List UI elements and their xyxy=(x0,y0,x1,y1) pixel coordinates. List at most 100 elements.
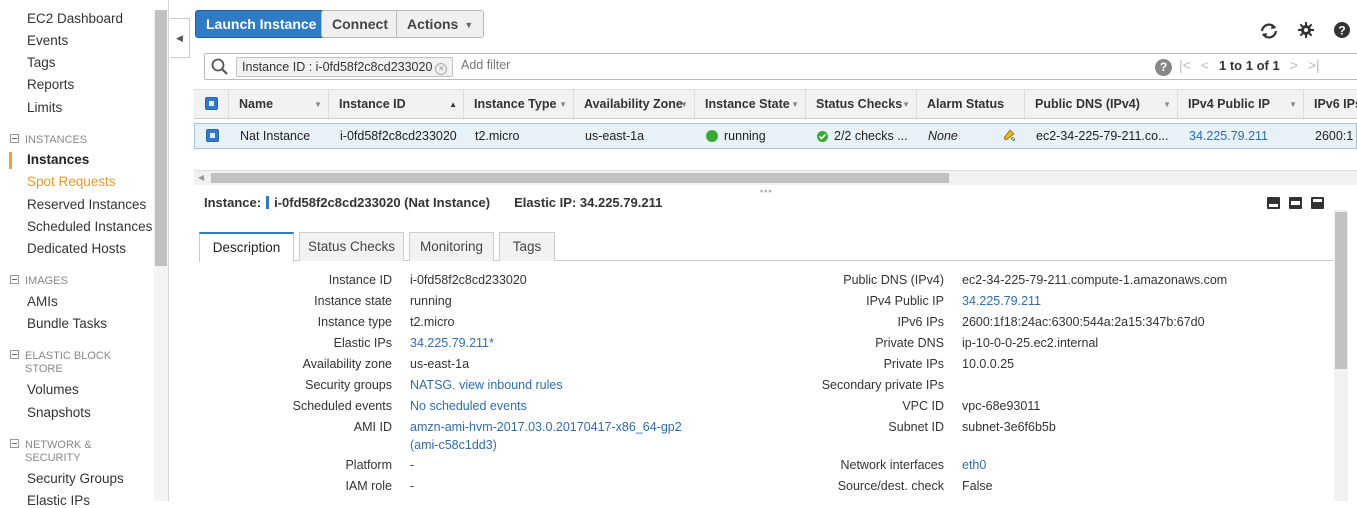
sort-icon: ▼ xyxy=(314,100,322,109)
sidebar-item-limits[interactable]: Limits xyxy=(27,100,62,115)
refresh-icon[interactable] xyxy=(1259,22,1279,44)
detail-instance-label: Instance: xyxy=(204,195,262,210)
maximize-panel-icon[interactable] xyxy=(1267,197,1280,209)
sidebar-item-reports[interactable]: Reports xyxy=(27,77,74,92)
detail-tabs: Description Status Checks Monitoring Tag… xyxy=(199,232,1333,262)
tab-tags[interactable]: Tags xyxy=(499,232,555,261)
value-iam-role: - xyxy=(410,479,415,493)
value-availability-zone: us-east-1a xyxy=(410,357,470,371)
sort-ascending-icon: ▲ xyxy=(449,100,457,109)
label-security-groups: Security groups xyxy=(305,378,392,392)
value-security-groups[interactable]: NATSG. view inbound rules xyxy=(410,378,563,392)
column-header-instance-type[interactable]: Instance Type ▼ xyxy=(464,90,574,120)
table-row[interactable]: Nat Instance i-0fd58f2c8cd233020 t2.micr… xyxy=(194,123,1357,149)
sidebar-scrollbar-thumb[interactable] xyxy=(155,10,167,266)
column-header-name[interactable]: Name ▼ xyxy=(229,90,329,120)
cell-instance-id: i-0fd58f2c8cd233020 xyxy=(340,129,457,143)
value-private-dns: ip-10-0-0-25.ec2.internal xyxy=(962,336,1099,350)
column-header-instance-id[interactable]: Instance ID ▲ xyxy=(329,90,464,120)
value-ami-id-short[interactable]: (ami-c58c1dd3) xyxy=(410,438,497,452)
sidebar-item-instances[interactable]: Instances xyxy=(27,152,89,167)
add-filter-input[interactable] xyxy=(461,58,961,72)
column-header-instance-state[interactable]: Instance State ▼ xyxy=(695,90,806,120)
horizontal-scrollbar-thumb[interactable] xyxy=(211,173,949,183)
svg-text:?: ? xyxy=(1338,24,1345,38)
sidebar-item-amis[interactable]: AMIs xyxy=(27,294,58,309)
search-icon xyxy=(211,58,229,79)
tab-status-checks[interactable]: Status Checks xyxy=(299,232,404,261)
split-panel-icon[interactable] xyxy=(1289,197,1302,209)
actions-label: Actions xyxy=(407,16,459,32)
first-page-icon[interactable]: |< xyxy=(1179,57,1191,73)
sort-icon: ▼ xyxy=(680,100,688,109)
collapse-section-icon xyxy=(10,275,19,284)
value-network-interfaces[interactable]: eth0 xyxy=(962,458,986,472)
sidebar-section-network[interactable]: NETWORK & SECURITY xyxy=(10,439,92,465)
sidebar-item-security-groups[interactable]: Security Groups xyxy=(27,471,124,486)
sidebar-item-ec2-dashboard[interactable]: EC2 Dashboard xyxy=(27,11,123,26)
sidebar-item-tags[interactable]: Tags xyxy=(27,55,56,70)
filter-token[interactable]: Instance ID : i-0fd58f2c8cd233020 ✕ xyxy=(236,57,454,77)
scroll-left-icon[interactable]: ◀ xyxy=(198,171,204,185)
sidebar-item-snapshots[interactable]: Snapshots xyxy=(27,405,91,420)
sidebar-item-volumes[interactable]: Volumes xyxy=(27,382,79,397)
collapse-sidebar-button[interactable]: ◀ xyxy=(170,18,190,58)
detail-scrollbar-thumb[interactable] xyxy=(1335,212,1347,369)
column-header-availability-zone[interactable]: Availability Zone ▼ xyxy=(574,90,695,120)
value-ipv4-public-ip[interactable]: 34.225.79.211 xyxy=(962,294,1041,308)
detail-instance-value: i-0fd58f2c8cd233020 (Nat Instance) xyxy=(274,195,491,210)
label-vpc-id: VPC ID xyxy=(902,399,944,413)
tab-monitoring[interactable]: Monitoring xyxy=(409,232,494,261)
tab-description[interactable]: Description xyxy=(199,232,294,262)
value-vpc-id: vpc-68e93011 xyxy=(962,399,1041,413)
filter-help-icon[interactable]: ? xyxy=(1155,59,1172,76)
label-iam-role: IAM role xyxy=(345,479,392,493)
alarm-bell-icon[interactable] xyxy=(1001,124,1017,149)
previous-page-icon[interactable]: < xyxy=(1201,57,1209,73)
horizontal-scrollbar[interactable]: ◀ xyxy=(194,170,1357,185)
label-ipv4-public-ip: IPv4 Public IP xyxy=(866,294,944,308)
value-private-ips: 10.0.0.25 xyxy=(962,357,1015,371)
sidebar-item-spot-requests[interactable]: Spot Requests xyxy=(27,174,116,189)
sidebar-item-events[interactable]: Events xyxy=(27,33,68,48)
last-page-icon[interactable]: >| xyxy=(1308,57,1320,73)
cell-ipv4-public-ip[interactable]: 34.225.79.211 xyxy=(1179,124,1305,150)
column-header-ipv6-ips[interactable]: IPv6 IPs xyxy=(1304,90,1357,120)
label-elastic-ips: Elastic IPs xyxy=(333,336,392,350)
value-scheduled-events[interactable]: No scheduled events xyxy=(410,399,527,413)
gear-icon[interactable] xyxy=(1298,22,1314,42)
sidebar-section-images[interactable]: IMAGES xyxy=(10,275,68,289)
actions-button[interactable]: Actions ▼ xyxy=(396,10,485,38)
panel-splitter-handle[interactable]: ▪▪▪ xyxy=(760,186,773,196)
label-source-dest-check: Source/dest. check xyxy=(837,479,944,493)
connect-button[interactable]: Connect xyxy=(321,10,399,38)
value-instance-id: i-0fd58f2c8cd233020 xyxy=(410,273,527,287)
next-page-icon[interactable]: > xyxy=(1290,57,1298,73)
sidebar-section-ebs[interactable]: ELASTIC BLOCK STORE xyxy=(10,350,111,376)
value-elastic-ips[interactable]: 34.225.79.211* xyxy=(410,336,494,350)
label-public-dns: Public DNS (IPv4) xyxy=(843,273,944,287)
value-platform: - xyxy=(410,458,415,472)
sidebar-section-instances[interactable]: INSTANCES xyxy=(10,134,87,148)
minimize-panel-icon[interactable] xyxy=(1311,197,1324,209)
column-header-ipv4-public-ip[interactable]: IPv4 Public IP ▼ xyxy=(1178,90,1304,120)
cell-alarm-status: None xyxy=(918,124,1026,150)
column-header-status-checks[interactable]: Status Checks ▼ xyxy=(806,90,917,120)
sidebar-item-dedicated-hosts[interactable]: Dedicated Hosts xyxy=(27,241,126,256)
detail-header: Instance: i-0fd58f2c8cd233020 (Nat Instan… xyxy=(204,195,662,210)
sidebar-item-reserved-instances[interactable]: Reserved Instances xyxy=(27,197,146,212)
row-checkbox[interactable] xyxy=(206,129,219,142)
column-header-alarm-status[interactable]: Alarm Status xyxy=(917,90,1025,120)
detail-elastic-ip-label: Elastic IP: xyxy=(514,195,577,210)
sidebar-item-scheduled-instances[interactable]: Scheduled Instances xyxy=(27,219,152,234)
detail-vertical-scrollbar[interactable] xyxy=(1334,210,1348,501)
cell-public-dns: ec2-34-225-79-211.co... xyxy=(1036,129,1169,143)
close-icon[interactable]: ✕ xyxy=(435,63,448,75)
sidebar-item-bundle-tasks[interactable]: Bundle Tasks xyxy=(27,316,107,331)
value-ami-id[interactable]: amzn-ami-hvm-2017.03.0.20170417-x86_64-g… xyxy=(410,420,682,434)
column-header-public-dns[interactable]: Public DNS (IPv4) ▼ xyxy=(1025,90,1178,120)
select-all-checkbox[interactable] xyxy=(205,97,218,110)
launch-instance-button[interactable]: Launch Instance xyxy=(195,10,328,38)
pagination: |< <1 to 1 of 1 > >| xyxy=(1179,57,1330,73)
help-icon[interactable]: ? xyxy=(1334,22,1350,42)
